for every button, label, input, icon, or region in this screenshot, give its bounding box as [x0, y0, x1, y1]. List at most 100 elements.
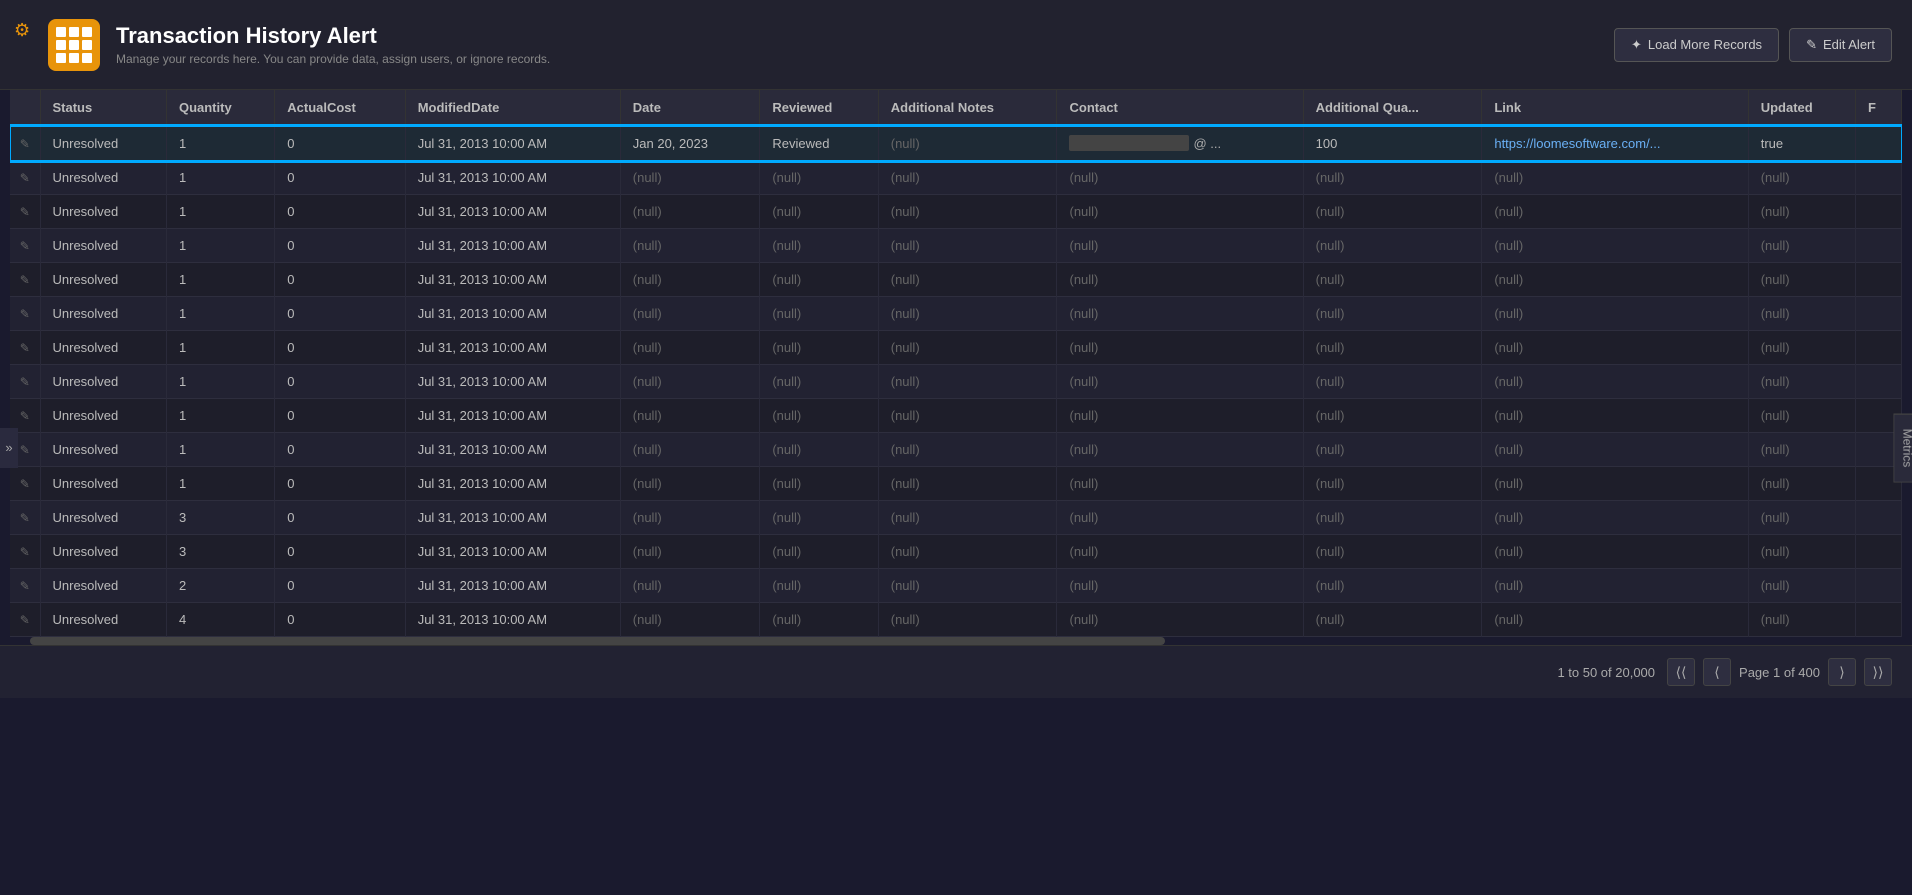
col-header-contact[interactable]: Contact — [1057, 90, 1303, 126]
col-header-addqua[interactable]: Additional Qua... — [1303, 90, 1482, 126]
quantity-cell: 3 — [166, 501, 274, 535]
pagination-range: 1 to 50 of 20,000 — [1557, 665, 1655, 680]
updated-cell: (null) — [1748, 433, 1855, 467]
reviewed-cell: (null) — [760, 399, 878, 433]
addnotes-cell: (null) — [878, 195, 1057, 229]
col-header-updated[interactable]: Updated — [1748, 90, 1855, 126]
edit-row-icon[interactable]: ✎ — [20, 579, 30, 593]
edit-cell[interactable]: ✎ — [10, 331, 40, 365]
addqua-cell: (null) — [1303, 501, 1482, 535]
app-icon — [48, 19, 100, 71]
col-header-modifieddate[interactable]: ModifiedDate — [405, 90, 620, 126]
edit-row-icon[interactable]: ✎ — [20, 375, 30, 389]
col-header-reviewed[interactable]: Reviewed — [760, 90, 878, 126]
prev-page-button[interactable]: ⟨ — [1703, 658, 1731, 686]
edit-cell[interactable]: ✎ — [10, 263, 40, 297]
f-cell — [1856, 365, 1902, 399]
modifieddate-cell: Jul 31, 2013 10:00 AM — [405, 433, 620, 467]
link-cell: (null) — [1482, 399, 1748, 433]
addqua-cell: 100 — [1303, 126, 1482, 161]
edit-row-icon[interactable]: ✎ — [20, 341, 30, 355]
updated-cell: (null) — [1748, 399, 1855, 433]
table-row: ✎Unresolved10Jul 31, 2013 10:00 AM(null)… — [10, 297, 1902, 331]
table-footer: 1 to 50 of 20,000 ⟨⟨ ⟨ Page 1 of 400 ⟩ ⟩… — [0, 645, 1912, 698]
contact-cell: (null) — [1057, 331, 1303, 365]
col-header-date[interactable]: Date — [620, 90, 760, 126]
edit-row-icon[interactable]: ✎ — [20, 137, 30, 151]
status-cell: Unresolved — [40, 365, 166, 399]
edit-cell[interactable]: ✎ — [10, 126, 40, 161]
reviewed-cell: (null) — [760, 501, 878, 535]
date-cell: (null) — [620, 433, 760, 467]
scroll-thumb[interactable] — [30, 637, 1165, 645]
edit-row-icon[interactable]: ✎ — [20, 613, 30, 627]
addnotes-cell: (null) — [878, 229, 1057, 263]
next-page-button[interactable]: ⟩ — [1828, 658, 1856, 686]
edit-cell[interactable]: ✎ — [10, 569, 40, 603]
pagination-controls: ⟨⟨ ⟨ Page 1 of 400 ⟩ ⟩⟩ — [1667, 658, 1892, 686]
addnotes-cell: (null) — [878, 263, 1057, 297]
edit-row-icon[interactable]: ✎ — [20, 409, 30, 423]
edit-alert-button[interactable]: ✎ Edit Alert — [1789, 28, 1892, 62]
contact-cell: (null) — [1057, 501, 1303, 535]
table-row: ✎Unresolved10Jul 31, 2013 10:00 AM(null)… — [10, 161, 1902, 195]
edit-row-icon[interactable]: ✎ — [20, 307, 30, 321]
edit-row-icon[interactable]: ✎ — [20, 477, 30, 491]
horizontal-scrollbar[interactable] — [10, 637, 1902, 645]
addqua-cell: (null) — [1303, 603, 1482, 637]
link-cell: (null) — [1482, 501, 1748, 535]
table-row: ✎Unresolved10Jul 31, 2013 10:00 AMJan 20… — [10, 126, 1902, 161]
table-row: ✎Unresolved30Jul 31, 2013 10:00 AM(null)… — [10, 535, 1902, 569]
status-cell: Unresolved — [40, 331, 166, 365]
contact-cell: (null) — [1057, 229, 1303, 263]
edit-cell[interactable]: ✎ — [10, 501, 40, 535]
edit-row-icon[interactable]: ✎ — [20, 171, 30, 185]
settings-icon[interactable]: ⚙ — [14, 20, 30, 41]
link-cell: https://loomesoftware.com/... — [1482, 126, 1748, 161]
sidebar-collapse-arrow[interactable]: » — [0, 428, 18, 468]
updated-cell: true — [1748, 126, 1855, 161]
col-header-actualcost[interactable]: ActualCost — [275, 90, 405, 126]
edit-cell[interactable]: ✎ — [10, 365, 40, 399]
edit-cell[interactable]: ✎ — [10, 195, 40, 229]
edit-row-icon[interactable]: ✎ — [20, 511, 30, 525]
col-header-edit — [10, 90, 40, 126]
modifieddate-cell: Jul 31, 2013 10:00 AM — [405, 569, 620, 603]
quantity-cell: 1 — [166, 126, 274, 161]
edit-row-icon[interactable]: ✎ — [20, 239, 30, 253]
page-title: Transaction History Alert — [116, 23, 550, 49]
edit-row-icon[interactable]: ✎ — [20, 273, 30, 287]
metrics-tab[interactable]: Metrics — [1894, 413, 1912, 482]
addqua-cell: (null) — [1303, 467, 1482, 501]
last-page-button[interactable]: ⟩⟩ — [1864, 658, 1892, 686]
edit-row-icon[interactable]: ✎ — [20, 545, 30, 559]
header-title-group: Transaction History Alert Manage your re… — [116, 23, 550, 66]
edit-row-icon[interactable]: ✎ — [20, 443, 30, 457]
col-header-addnotes[interactable]: Additional Notes — [878, 90, 1057, 126]
col-header-f[interactable]: F — [1856, 90, 1902, 126]
col-header-link[interactable]: Link — [1482, 90, 1748, 126]
status-cell: Unresolved — [40, 399, 166, 433]
link-cell: (null) — [1482, 161, 1748, 195]
link-cell: (null) — [1482, 229, 1748, 263]
edit-cell[interactable]: ✎ — [10, 467, 40, 501]
load-more-button[interactable]: ✦ Load More Records — [1614, 28, 1779, 62]
contact-cell: (null) — [1057, 569, 1303, 603]
f-cell — [1856, 263, 1902, 297]
edit-cell[interactable]: ✎ — [10, 603, 40, 637]
first-page-button[interactable]: ⟨⟨ — [1667, 658, 1695, 686]
edit-cell[interactable]: ✎ — [10, 161, 40, 195]
edit-cell[interactable]: ✎ — [10, 297, 40, 331]
col-header-quantity[interactable]: Quantity — [166, 90, 274, 126]
contact-cell: (null) — [1057, 161, 1303, 195]
edit-cell[interactable]: ✎ — [10, 535, 40, 569]
table-row: ✎Unresolved10Jul 31, 2013 10:00 AM(null)… — [10, 331, 1902, 365]
link-cell: (null) — [1482, 433, 1748, 467]
date-cell: (null) — [620, 161, 760, 195]
edit-row-icon[interactable]: ✎ — [20, 205, 30, 219]
header-left: Transaction History Alert Manage your re… — [48, 19, 550, 71]
edit-cell[interactable]: ✎ — [10, 229, 40, 263]
status-cell: Unresolved — [40, 126, 166, 161]
col-header-status[interactable]: Status — [40, 90, 166, 126]
reviewed-cell: (null) — [760, 263, 878, 297]
